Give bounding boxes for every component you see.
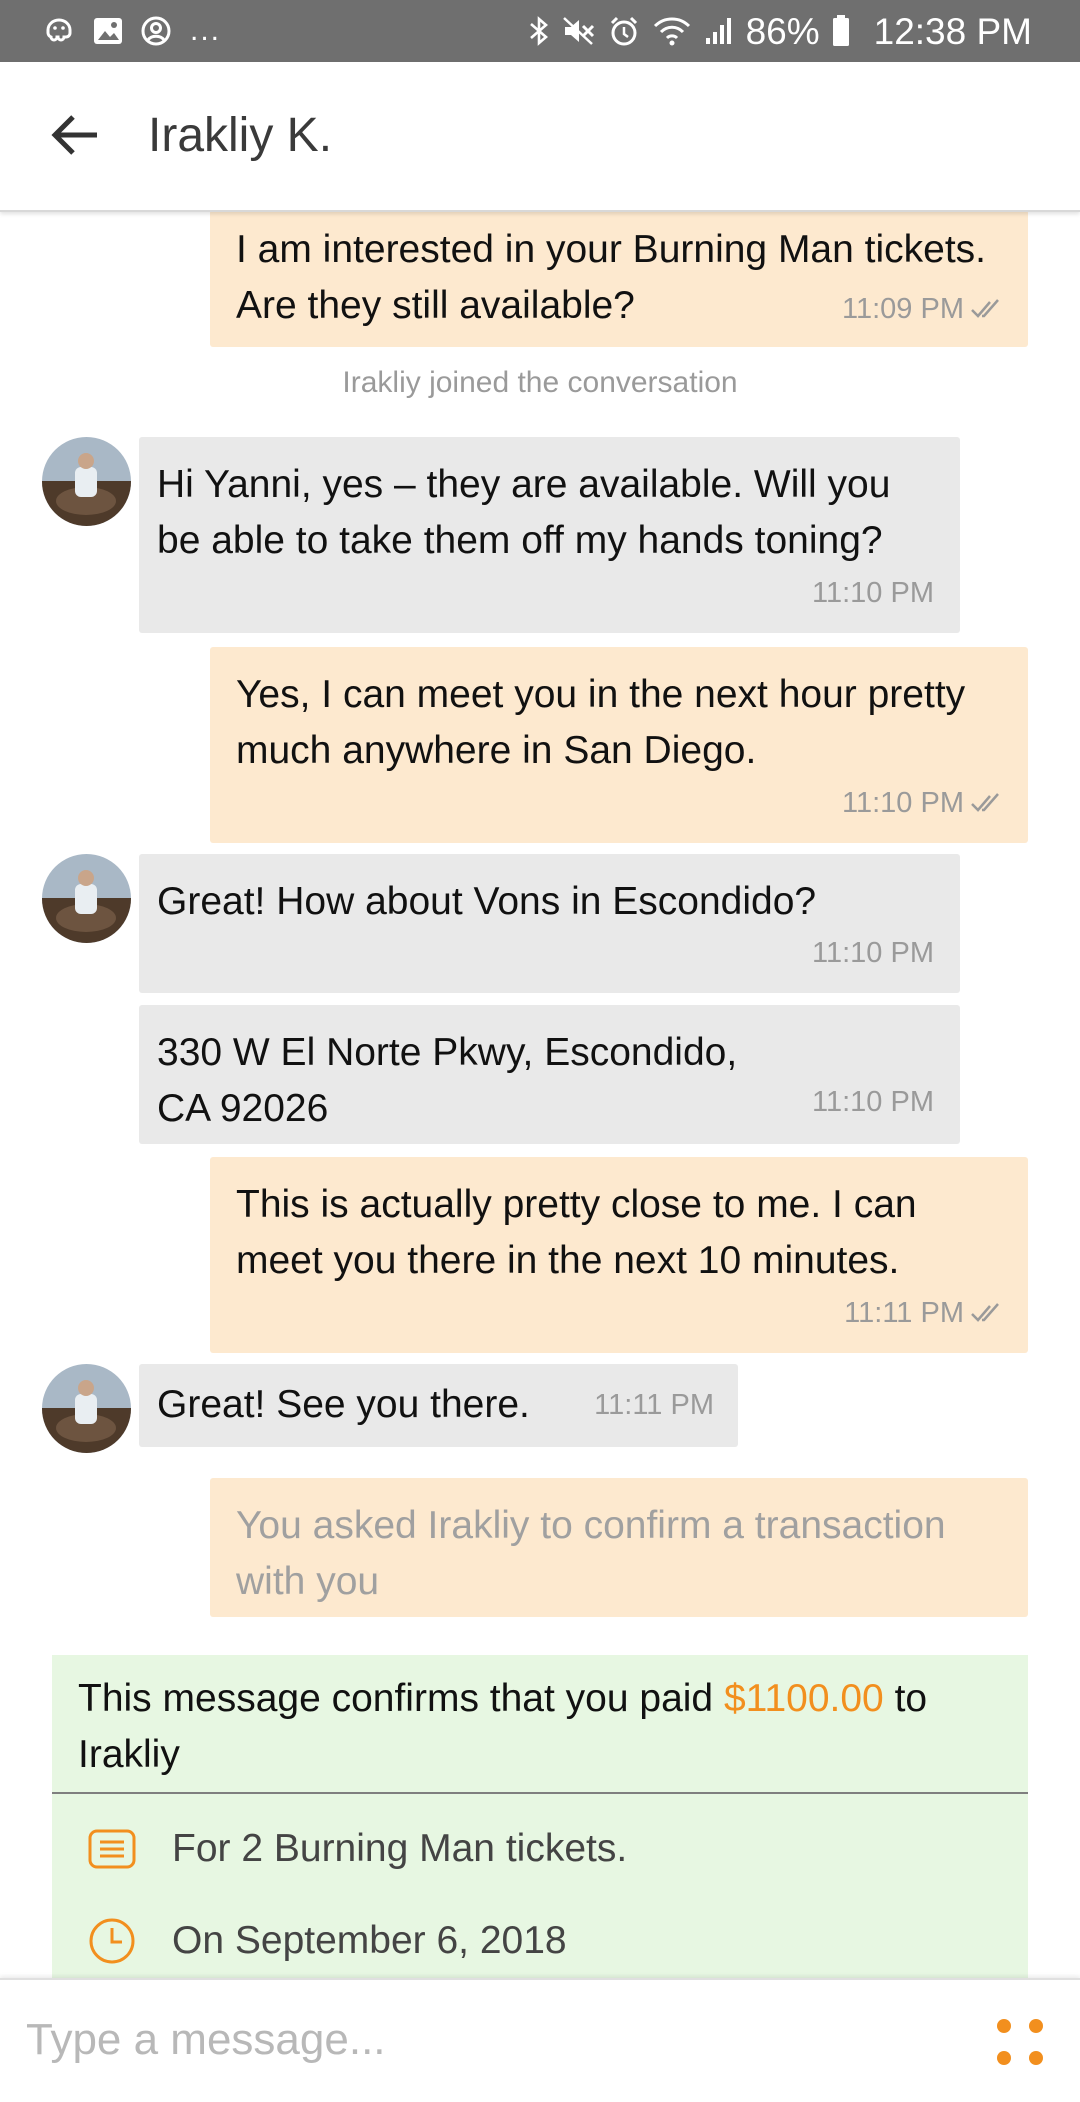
message-text: Great! See you there. bbox=[157, 1383, 530, 1426]
detail-text: On September 6, 2018 bbox=[172, 1919, 567, 1962]
incoming-message[interactable]: Great! See you there. 11:11 PM bbox=[139, 1364, 738, 1447]
transaction-request-notice[interactable]: You asked Irakliy to confirm a transacti… bbox=[210, 1478, 1028, 1617]
message-time: 11:11 PM bbox=[844, 1297, 964, 1329]
outgoing-message[interactable]: Yes, I can meet you in the next hour pre… bbox=[210, 647, 1028, 843]
wifi-icon bbox=[652, 15, 692, 47]
composer-bar bbox=[0, 1978, 1080, 2102]
more-notifications-indicator: ... bbox=[190, 14, 222, 47]
message-meta: 11:09 PM bbox=[842, 281, 1006, 337]
status-bar: ... 86% 12:38 PM bbox=[0, 0, 1080, 62]
status-right-icons: 86% 12:38 PM bbox=[528, 0, 1032, 62]
confirmation-text-before: This message confirms that you paid bbox=[78, 1677, 724, 1720]
message-time: 11:11 PM bbox=[594, 1389, 714, 1421]
message-text: Yes, I can meet you in the next hour pre… bbox=[236, 673, 966, 772]
note-icon bbox=[88, 1829, 172, 1869]
back-button[interactable] bbox=[40, 107, 110, 167]
message-meta: 11:10 PM bbox=[842, 775, 1006, 831]
detail-row-description: For 2 Burning Man tickets. bbox=[88, 1827, 627, 1871]
message-text: Great! How about Vons in Escondido? bbox=[157, 880, 817, 923]
system-note: Irakliy joined the conversation bbox=[342, 366, 738, 399]
arrow-back-icon bbox=[51, 113, 99, 162]
outgoing-message[interactable]: I am interested in your Burning Man tick… bbox=[210, 210, 1028, 347]
avatar[interactable] bbox=[42, 1364, 131, 1453]
message-meta: 11:11 PM bbox=[844, 1285, 1006, 1341]
detail-text: For 2 Burning Man tickets. bbox=[172, 1827, 628, 1870]
battery-percent: 86% bbox=[745, 10, 820, 52]
incoming-message[interactable]: Great! How about Vons in Escondido? 11:1… bbox=[139, 854, 960, 993]
battery-icon bbox=[832, 15, 850, 47]
double-check-icon bbox=[970, 792, 1006, 814]
message-text: 330 W El Norte Pkwy, Escondido, CA 92026 bbox=[157, 1031, 738, 1130]
bluetooth-icon bbox=[528, 15, 550, 47]
message-text: This is actually pretty close to me. I c… bbox=[236, 1183, 917, 1282]
mute-icon bbox=[562, 16, 596, 46]
clock-icon bbox=[88, 1917, 172, 1965]
message-text: Hi Yanni, yes – they are available. Will… bbox=[157, 463, 891, 562]
message-time: 11:10 PM bbox=[812, 937, 934, 969]
message-time: 11:10 PM bbox=[812, 577, 934, 609]
avatar[interactable] bbox=[42, 854, 131, 943]
attachment-menu-button[interactable] bbox=[990, 2012, 1050, 2072]
double-check-icon bbox=[970, 1302, 1006, 1324]
status-left-icons: ... bbox=[42, 0, 221, 62]
double-check-icon bbox=[970, 298, 1006, 320]
avatar[interactable] bbox=[42, 437, 131, 526]
message-input[interactable] bbox=[26, 2002, 926, 2078]
divider bbox=[52, 1792, 1028, 1794]
message-time: 11:09 PM bbox=[842, 293, 964, 325]
message-text: You asked Irakliy to confirm a transacti… bbox=[236, 1504, 946, 1603]
contact-name: Irakliy K. bbox=[148, 109, 333, 162]
message-time: 11:10 PM bbox=[812, 1086, 934, 1118]
conversation-header: Irakliy K. bbox=[0, 62, 1080, 212]
payment-confirmation-card[interactable]: This message confirms that you paid $110… bbox=[52, 1655, 1028, 1985]
dots-grid-icon bbox=[990, 2019, 1050, 2076]
waze-icon bbox=[42, 16, 76, 46]
detail-row-date: On September 6, 2018 bbox=[88, 1917, 567, 1965]
confirmation-text: This message confirms that you paid $110… bbox=[78, 1671, 1008, 1783]
status-time: 12:38 PM bbox=[873, 10, 1032, 52]
incoming-message[interactable]: Hi Yanni, yes – they are available. Will… bbox=[139, 437, 960, 633]
payment-amount: $1100.00 bbox=[723, 1677, 884, 1720]
alarm-icon bbox=[608, 15, 640, 47]
outgoing-message[interactable]: This is actually pretty close to me. I c… bbox=[210, 1157, 1028, 1353]
signal-icon bbox=[704, 16, 734, 46]
message-time: 11:10 PM bbox=[842, 787, 964, 819]
gallery-icon bbox=[92, 16, 124, 46]
account-icon bbox=[140, 15, 172, 47]
incoming-message[interactable]: 330 W El Norte Pkwy, Escondido, CA 92026… bbox=[139, 1005, 960, 1144]
